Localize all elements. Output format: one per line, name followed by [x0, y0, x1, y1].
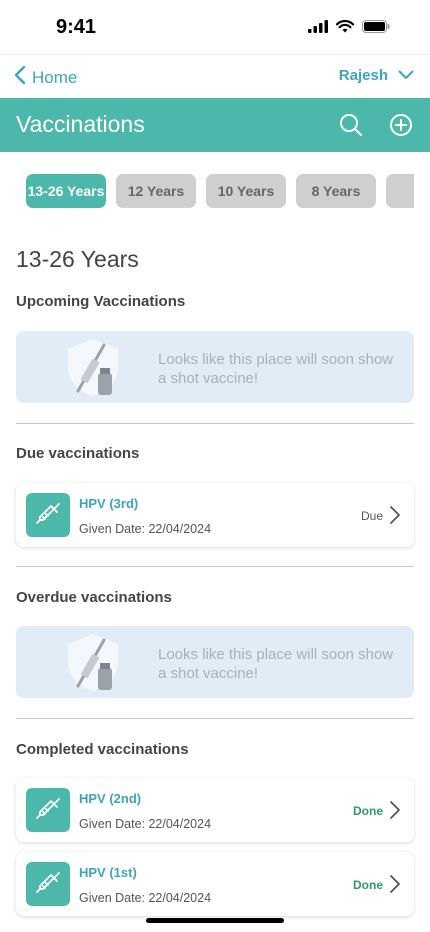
due-title: Due vaccinations — [16, 445, 140, 462]
vaccine-name: HPV (1st) — [79, 865, 137, 880]
vaccine-name: HPV (3rd) — [79, 496, 139, 511]
upcoming-title: Upcoming Vaccinations — [16, 293, 186, 310]
age-tabs-track: 13-26 Years 12 Years 10 Years 8 Years 5 — [26, 174, 414, 208]
divider — [16, 718, 414, 719]
status-icons — [308, 20, 390, 38]
status-time: 9:41 — [56, 16, 97, 38]
completed-title: Completed vaccinations — [16, 741, 189, 758]
chevron-right-icon — [388, 800, 402, 820]
signal-icon — [308, 20, 328, 38]
home-indicator — [146, 918, 284, 923]
overdue-empty-text: Looks like this place will soon show a s… — [158, 646, 394, 682]
age-group-heading: 13-26 Years — [16, 246, 139, 272]
chevron-down-icon — [398, 67, 414, 84]
add-icon[interactable] — [388, 112, 414, 138]
user-name: Rajesh — [338, 67, 388, 84]
chevron-right-icon — [388, 505, 402, 525]
overdue-empty-state: Looks like this place will soon show a s… — [16, 626, 414, 698]
header-actions — [338, 112, 414, 138]
syringe-icon — [26, 788, 70, 832]
battery-icon — [362, 20, 390, 38]
given-date: Given Date: 22/04/2024 — [79, 522, 212, 536]
age-tabs: 13-26 Years 12 Years 10 Years 8 Years 5 — [26, 174, 414, 208]
vaccination-card[interactable]: HPV (2nd) Given Date: 22/04/2024 Done — [16, 778, 414, 842]
tab-12-years[interactable]: 12 Years — [116, 174, 196, 208]
syringe-icon — [26, 493, 70, 537]
chevron-right-icon — [388, 874, 402, 894]
status-bar: 9:41 — [0, 0, 430, 54]
syringe-icon — [26, 862, 70, 906]
divider — [16, 423, 414, 424]
status-label: Done — [353, 804, 383, 818]
tab-10-years[interactable]: 10 Years — [206, 174, 286, 208]
shield-syringe-icon — [64, 632, 122, 692]
status-label: Due — [360, 509, 383, 523]
overdue-title: Overdue vaccinations — [16, 589, 172, 606]
shield-syringe-icon — [64, 337, 122, 397]
header: Vaccinations — [0, 98, 430, 152]
status-label: Done — [353, 878, 383, 892]
tab-5-years[interactable]: 5 — [386, 174, 414, 208]
page-title: Vaccinations — [16, 111, 145, 137]
wifi-icon — [335, 20, 355, 38]
given-date: Given Date: 22/04/2024 — [79, 891, 212, 905]
back-label: Home — [32, 67, 78, 87]
user-selector[interactable]: Rajesh — [339, 67, 414, 84]
vaccine-name: HPV (2nd) — [79, 791, 142, 806]
vaccination-card[interactable]: HPV (1st) Given Date: 22/04/2024 Done — [16, 852, 414, 916]
back-button[interactable]: Home — [14, 65, 77, 90]
nav-bar: Home Rajesh — [0, 54, 430, 98]
divider — [16, 566, 414, 567]
given-date: Given Date: 22/04/2024 — [79, 817, 212, 831]
upcoming-empty-state: Looks like this place will soon show a s… — [16, 331, 414, 403]
chevron-left-icon — [14, 65, 26, 90]
upcoming-empty-text: Looks like this place will soon show a s… — [158, 351, 394, 387]
tab-8-years[interactable]: 8 Years — [296, 174, 376, 208]
search-icon[interactable] — [338, 112, 364, 138]
tab-13-26-years[interactable]: 13-26 Years — [26, 174, 106, 208]
vaccination-card[interactable]: HPV (3rd) Given Date: 22/04/2024 Due — [16, 483, 414, 547]
